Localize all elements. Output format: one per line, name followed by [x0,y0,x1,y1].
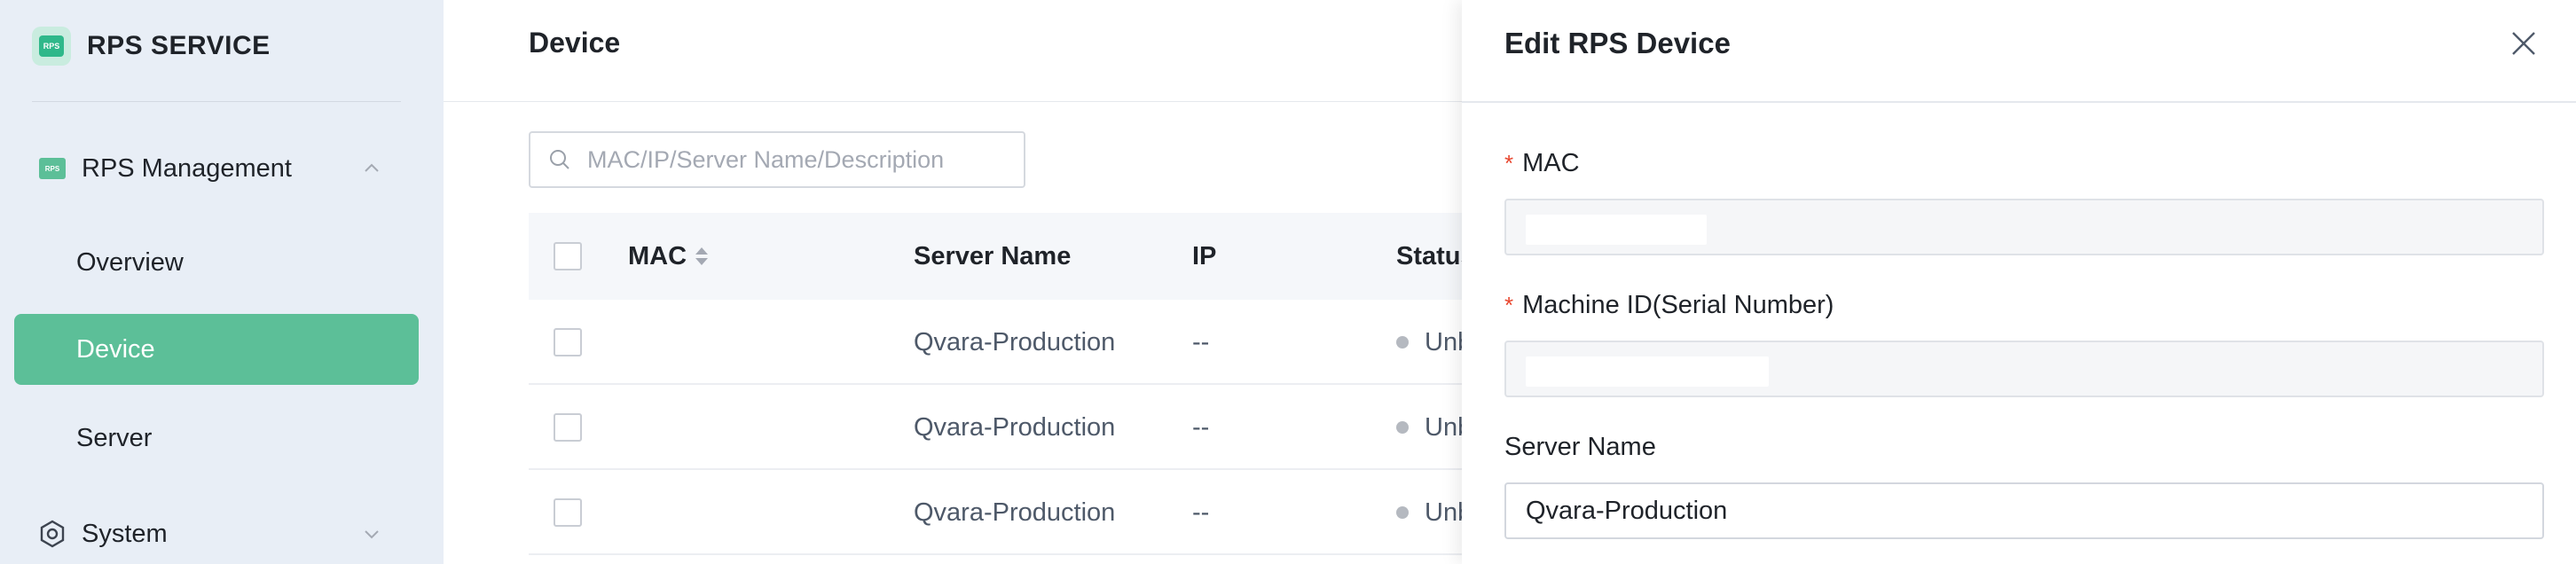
column-header-mac[interactable]: MAC [628,213,710,300]
sort-icon[interactable] [694,245,710,268]
menu-group-rps-management[interactable]: RPS RPS Management [0,142,444,195]
cell-status: Unb [1396,470,1472,555]
sidebar-item-label: Overview [76,247,184,277]
required-mark: * [1504,150,1514,176]
chevron-down-icon [365,530,379,539]
gear-icon [40,520,65,548]
mac-field[interactable] [1504,199,2544,255]
table-header: MAC Server Name IP Status [529,213,1475,300]
sidebar-item-overview[interactable]: Overview [14,227,419,298]
menu-group-system[interactable]: System [0,507,444,560]
sidebar: RPS RPS SERVICE RPS RPS Management Overv… [0,0,444,564]
search-box [529,131,1025,188]
status-dot-icon [1396,506,1409,519]
server-name-input[interactable] [1504,482,2544,539]
cell-status: Unb [1396,300,1472,385]
status-dot-icon [1396,336,1409,349]
menu-group-label: System [82,519,168,548]
cell-ip: -- [1192,412,1210,442]
machine-id-field[interactable] [1504,341,2544,397]
mac-label-text: MAC [1522,149,1580,177]
drawer-divider [1462,101,2576,103]
cell-ip: -- [1192,497,1210,527]
edit-device-drawer: Edit RPS Device * MAC * Machine ID(Seria… [1462,0,2576,564]
brand-logo: RPS [32,27,71,66]
cell-status: Unb [1396,385,1472,470]
mac-field-label: * MAC [1504,149,1580,178]
drawer-title: Edit RPS Device [1504,27,1731,59]
sidebar-item-server[interactable]: Server [14,403,419,474]
search-input[interactable] [587,142,1013,177]
search-icon [550,150,569,169]
mac-value-redacted [1526,215,1707,245]
brand-logo-icon: RPS [39,35,64,57]
brand-title: RPS SERVICE [87,31,271,60]
chevron-up-icon [365,163,379,172]
required-mark: * [1504,292,1514,318]
row-checkbox[interactable] [554,413,582,442]
page-title: Device [529,27,621,59]
table-row[interactable]: Qvara-Production -- Unb [529,385,1472,470]
machine-id-value-redacted [1526,356,1769,387]
cell-ip: -- [1192,327,1210,356]
header-divider [444,101,1464,102]
row-checkbox[interactable] [554,498,582,527]
sidebar-item-device[interactable]: Device [14,314,419,385]
table-row[interactable]: Qvara-Production -- Unb [529,470,1472,555]
sidebar-item-label: Server [76,423,153,452]
machine-id-field-label: * Machine ID(Serial Number) [1504,291,1834,320]
rps-icon-label: RPS [39,158,66,179]
brand-divider [32,101,401,102]
column-header-ip: IP [1192,241,1217,270]
main-content: Device MAC Server Name IP Status Q [444,0,1475,564]
status-dot-icon [1396,421,1409,434]
row-checkbox[interactable] [554,328,582,356]
table-row[interactable]: Qvara-Production -- Unb [529,300,1472,385]
column-header-server-name: Server Name [914,241,1072,270]
column-header-label: MAC [628,241,687,270]
rps-icon: RPS [37,153,67,184]
brand: RPS RPS SERVICE [32,25,271,67]
close-icon[interactable] [2509,28,2539,59]
cell-server-name: Qvara-Production [914,327,1116,356]
server-name-label-text: Server Name [1504,433,1656,461]
cell-server-name: Qvara-Production [914,497,1116,527]
cell-server-name: Qvara-Production [914,412,1116,442]
sidebar-item-label: Device [76,334,155,364]
select-all-checkbox[interactable] [554,242,582,270]
menu-group-label: RPS Management [82,153,292,183]
machine-id-label-text: Machine ID(Serial Number) [1522,291,1834,319]
server-name-field-label: Server Name [1504,433,1656,462]
device-table: MAC Server Name IP Status Qvara-Producti… [529,213,1475,555]
